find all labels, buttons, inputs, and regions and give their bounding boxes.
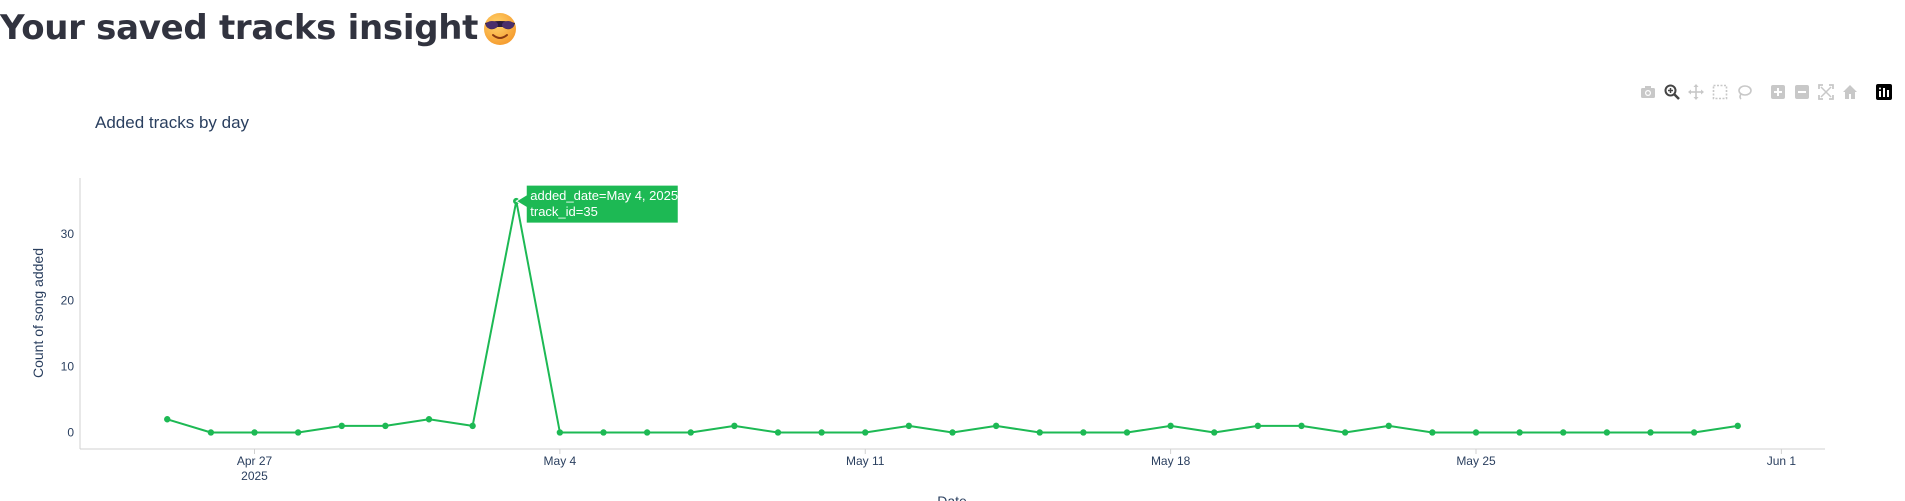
series-markers[interactable] (164, 197, 1741, 436)
y-tick-label: 20 (61, 293, 75, 307)
data-point[interactable] (1298, 422, 1305, 430)
series-line (167, 200, 1738, 434)
data-point[interactable] (1560, 429, 1567, 436)
data-point[interactable] (1690, 429, 1698, 436)
data-point[interactable] (1080, 429, 1087, 436)
data-point[interactable] (425, 416, 433, 423)
data-point[interactable] (1647, 429, 1654, 436)
data-point[interactable] (600, 429, 607, 436)
data-point[interactable] (1429, 429, 1436, 436)
data-point[interactable] (294, 429, 302, 436)
x-tick-label: Jun 1 (1767, 454, 1797, 468)
y-tick-label: 30 (61, 227, 75, 241)
data-point[interactable] (1734, 422, 1741, 430)
data-point[interactable] (1254, 422, 1262, 430)
x-tick-label: Apr 27 (237, 454, 273, 468)
data-point[interactable] (1516, 429, 1523, 436)
data-point[interactable] (251, 429, 258, 436)
data-point[interactable] (338, 422, 345, 430)
data-point[interactable] (1603, 429, 1611, 436)
x-tick-label: May 25 (1456, 454, 1496, 468)
line-chart[interactable]: 0 10 20 30 Apr 272025 May 4 May 11 May 18 May 2… (0, 0, 1905, 501)
data-point[interactable] (1123, 429, 1131, 436)
x-axis-title: Date (937, 493, 967, 501)
y-tick-label: 10 (61, 359, 75, 373)
data-point[interactable] (1472, 429, 1480, 436)
data-point[interactable] (862, 429, 869, 436)
data-point[interactable] (1341, 429, 1349, 436)
data-point[interactable] (164, 416, 171, 423)
data-point[interactable] (1211, 429, 1218, 436)
y-axis-title: Count of song added (30, 248, 46, 378)
data-point[interactable] (643, 429, 651, 436)
data-point[interactable] (1385, 422, 1392, 430)
tooltip-line: track_id=35 (530, 204, 598, 219)
y-ticks: 0 10 20 30 (61, 227, 75, 439)
x-tick-sublabel: 2025 (241, 469, 268, 483)
data-point[interactable] (556, 429, 564, 436)
data-point[interactable] (731, 422, 738, 430)
data-point[interactable] (774, 429, 782, 436)
data-point[interactable] (1036, 429, 1043, 436)
data-point[interactable] (905, 422, 913, 430)
data-point[interactable] (1167, 422, 1174, 430)
data-point[interactable] (992, 422, 1000, 430)
x-tick-label: May 4 (544, 454, 577, 468)
data-point[interactable] (687, 429, 694, 436)
data-point[interactable] (382, 422, 389, 430)
data-point[interactable] (469, 422, 476, 430)
y-tick-label: 0 (67, 425, 74, 439)
x-ticks: Apr 272025 May 4 May 11 May 18 May 25 Jun 1 (237, 449, 1797, 483)
data-point[interactable] (207, 429, 215, 436)
data-point[interactable] (949, 429, 956, 436)
hover-tooltip: added_date=May 4, 2025track_id=35 (515, 184, 679, 224)
data-point[interactable] (818, 429, 825, 436)
x-tick-label: May 11 (846, 454, 885, 468)
x-tick-label: May 18 (1151, 454, 1191, 468)
tooltip-line: added_date=May 4, 2025 (530, 188, 678, 203)
